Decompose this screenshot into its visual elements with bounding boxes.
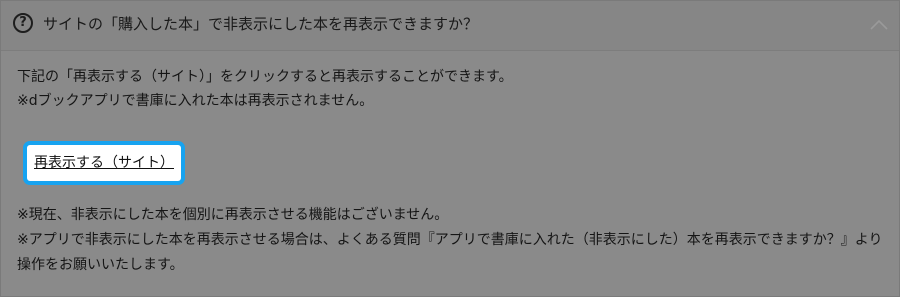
faq-item: ? サイトの「購入した本」で非表示にした本を再表示できますか？ 下記の「再表示す… (0, 0, 900, 297)
faq-question-text: サイトの「購入した本」で非表示にした本を再表示できますか？ (43, 15, 479, 33)
answer-line-2: ※dブックアプリで書庫に入れた本は再表示されません。 (17, 93, 374, 109)
redisplay-site-link[interactable]: 再表示する（サイト） (34, 154, 174, 172)
answer-line-1: 下記の「再表示する（サイト）」をクリックすると再表示することができます。 (17, 69, 513, 85)
chevron-up-icon[interactable] (867, 15, 891, 35)
faq-notes: ※現在、非表示にした本を個別に再表示させる機能はございません。 ※アプリで非表示… (17, 203, 887, 278)
note-1: ※現在、非表示にした本を個別に再表示させる機能はございません。 (17, 207, 449, 223)
redisplay-link-highlight: 再表示する（サイト） (23, 141, 185, 185)
question-icon: ? (13, 13, 33, 33)
faq-answer: 下記の「再表示する（サイト）」をクリックすると再表示することができます。 ※dブ… (17, 65, 883, 113)
faq-question-header[interactable]: ? サイトの「購入した本」で非表示にした本を再表示できますか？ (1, 1, 899, 51)
note-2: ※アプリで非表示にした本を再表示させる場合は、よくある質問『アプリで書庫に入れた… (17, 232, 883, 273)
